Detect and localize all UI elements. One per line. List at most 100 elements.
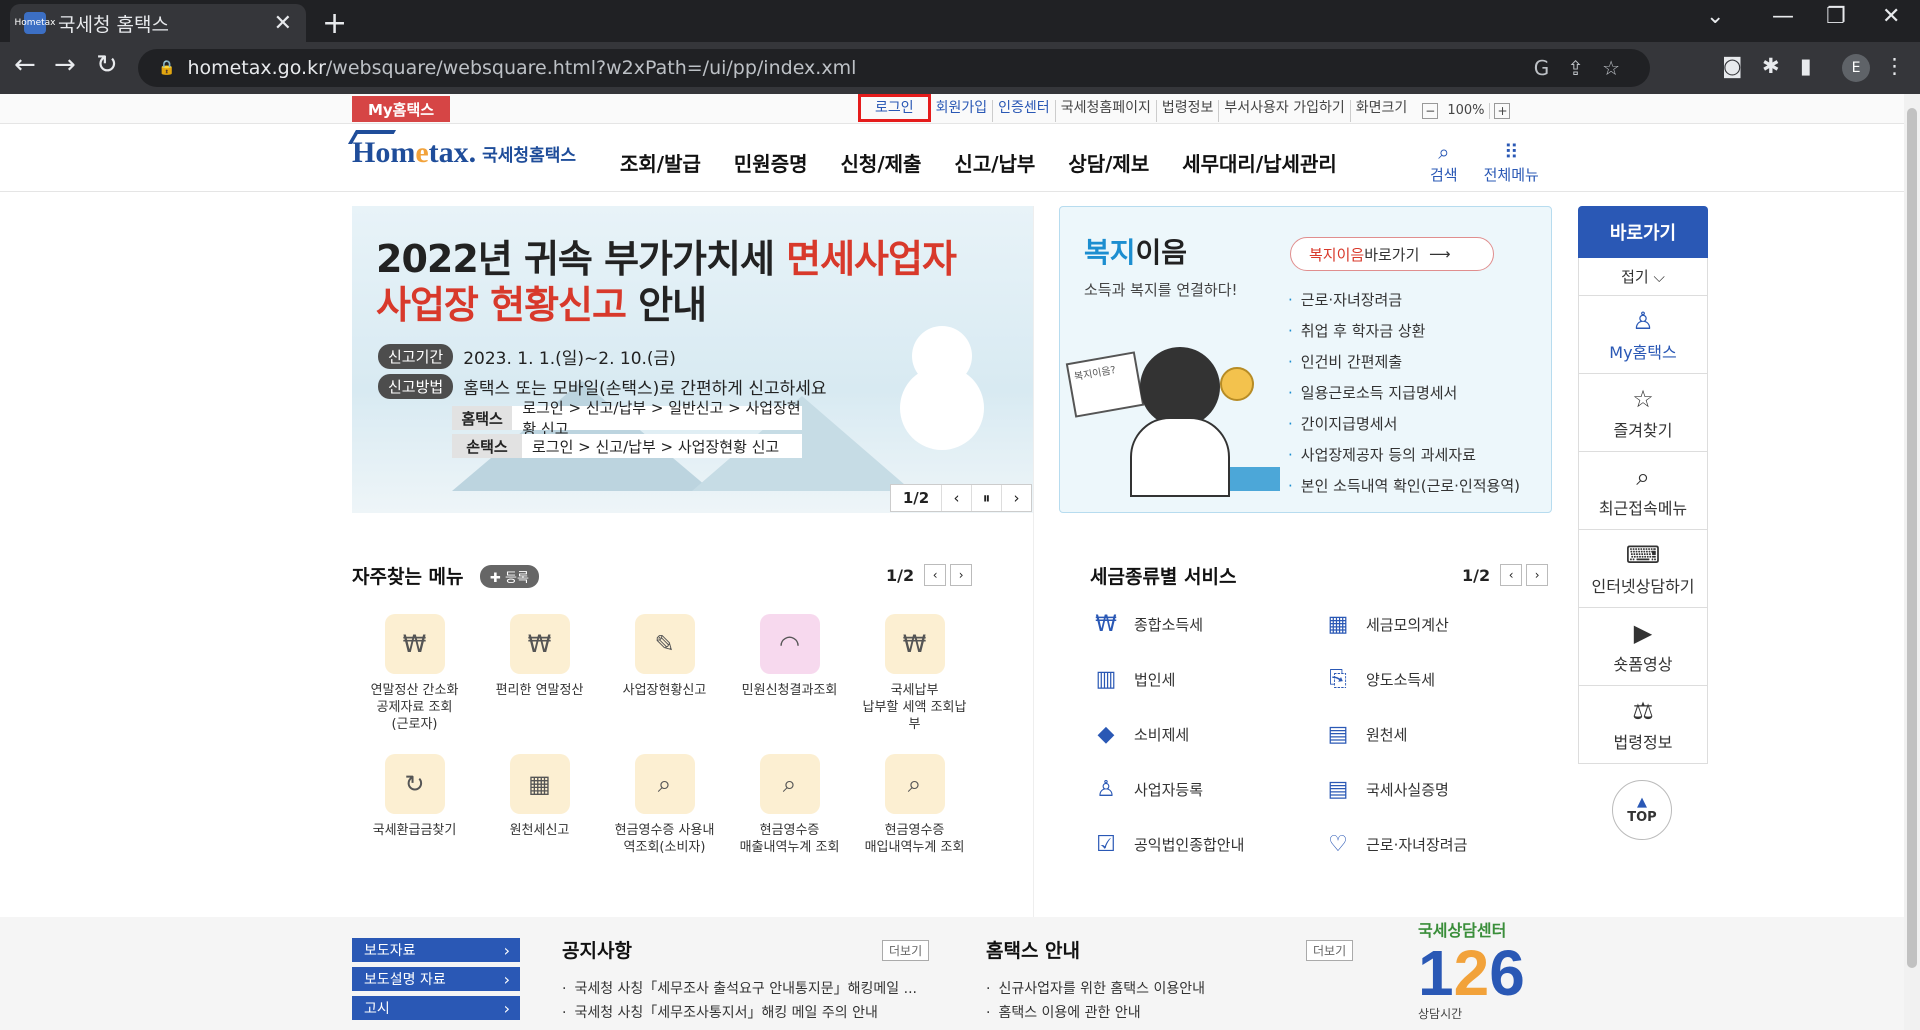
consult-center[interactable]: 국세상담센터 126 상담시간 bbox=[1418, 917, 1558, 1030]
tax-item-withholding[interactable]: ▤ 원천세 bbox=[1322, 722, 1522, 747]
welfare-item[interactable]: 사업장제공자 등의 과세자료 bbox=[1288, 440, 1520, 471]
address-bar[interactable]: 🔒 hometax.go.kr/websquare/websquare.html… bbox=[138, 49, 1650, 87]
quick-fold-button[interactable]: 접기 ⌵ bbox=[1578, 258, 1708, 296]
freq-item[interactable]: ⌕ 현금영수증 매입내역누계 조회 bbox=[852, 754, 977, 856]
side-panel-icon[interactable]: ▮ bbox=[1800, 54, 1812, 78]
law-info-link[interactable]: 법령정보 bbox=[1157, 100, 1220, 122]
tax-item-certificate[interactable]: ▤ 국세사실증명 bbox=[1322, 777, 1522, 802]
quick-favorites[interactable]: ☆ 즐겨찾기 bbox=[1578, 374, 1708, 452]
freq-item[interactable]: ⌕ 현금영수증 사용내 역조회(소비자) bbox=[602, 754, 727, 856]
new-tab-icon[interactable]: + bbox=[322, 6, 347, 41]
top-button[interactable]: ▲ TOP bbox=[1612, 780, 1672, 840]
minimize-icon[interactable]: — bbox=[1772, 4, 1794, 29]
camera-icon[interactable]: ◙ bbox=[1722, 54, 1742, 78]
welfare-item[interactable]: 근로·자녀장려금 bbox=[1288, 285, 1520, 316]
quick-shortform[interactable]: ▶ 숏폼영상 bbox=[1578, 608, 1708, 686]
next-page-icon[interactable]: › bbox=[950, 564, 973, 586]
welfare-item[interactable]: 간이지급명세서 bbox=[1288, 409, 1520, 440]
register-button[interactable]: ✚ 등록 bbox=[480, 565, 539, 588]
hometax-logo[interactable]: Hometax. 국세청홈택스 bbox=[347, 130, 576, 170]
myhometax-button[interactable]: My홈택스 bbox=[352, 96, 450, 122]
page-scrollbar[interactable] bbox=[1904, 94, 1920, 1030]
freq-item[interactable]: ↻ 국세환급금찾기 bbox=[352, 754, 477, 839]
extensions-icon[interactable]: ✱ bbox=[1762, 54, 1780, 78]
quick-law[interactable]: ⚖ 법령정보 bbox=[1578, 686, 1708, 764]
all-menu-button[interactable]: ⠿ 전체메뉴 bbox=[1484, 140, 1539, 185]
prev-page-icon[interactable]: ‹ bbox=[924, 564, 947, 586]
menu-civil-cert[interactable]: 민원증명 bbox=[734, 148, 808, 177]
freq-item[interactable]: ⌕ 현금영수증 매출내역누계 조회 bbox=[727, 754, 852, 856]
omnibox-actions[interactable]: G⇪☆ bbox=[1534, 56, 1638, 80]
freq-item[interactable]: ✎ 사업장현황신고 bbox=[602, 614, 727, 699]
menu-apply-submit[interactable]: 신청/제출 bbox=[841, 148, 922, 177]
zoom-in-button[interactable]: + bbox=[1494, 103, 1511, 119]
quick-myhometax[interactable]: ♙ My홈택스 bbox=[1578, 296, 1708, 374]
scrollbar-thumb[interactable] bbox=[1907, 108, 1917, 968]
tax-item-income[interactable]: ₩ 종합소득세 bbox=[1090, 612, 1290, 637]
promo-banner[interactable]: 2022년 귀속 부가가치세 면세사업자 사업장 현황신고 안내 신고기간 202… bbox=[352, 206, 1033, 513]
back-icon[interactable]: ← bbox=[14, 50, 36, 80]
menu-tax-agent[interactable]: 세무대리/납세관리 bbox=[1182, 148, 1337, 177]
tax-item-simulator[interactable]: ▦ 세금모의계산 bbox=[1322, 612, 1522, 637]
tax-item-registration[interactable]: ♙ 사업자등록 bbox=[1090, 777, 1290, 802]
dept-user-signup-link[interactable]: 부서사용자 가입하기 bbox=[1219, 100, 1351, 122]
quick-header: 바로가기 bbox=[1578, 206, 1708, 258]
next-page-icon[interactable]: › bbox=[1526, 564, 1549, 586]
freq-item[interactable]: ₩ 연말정산 간소화 공제자료 조회 (근로자) bbox=[352, 614, 477, 733]
pause-icon[interactable]: ⏸ bbox=[971, 485, 1001, 511]
money-bag-icon: ₩ bbox=[884, 614, 945, 674]
guide-item[interactable]: 홈택스 이용에 관한 안내 bbox=[986, 1002, 1140, 1022]
zoom-out-button[interactable]: − bbox=[1422, 103, 1439, 119]
freq-item[interactable]: ₩ 편리한 연말정산 bbox=[477, 614, 602, 699]
menu-dots-icon[interactable]: ⋮ bbox=[1884, 54, 1905, 78]
lock-icon[interactable]: 🔒 bbox=[158, 60, 175, 76]
banner-title: 2022년 귀속 부가가치세 면세사업자 사업장 현황신고 안내 bbox=[376, 237, 957, 327]
freq-item[interactable]: ▦ 원천세신고 bbox=[477, 754, 602, 839]
menu-inquiry[interactable]: 조회/발급 bbox=[620, 148, 701, 177]
welfare-item[interactable]: 인건비 간편제출 bbox=[1288, 347, 1520, 378]
notice-more-button[interactable]: 더보기 bbox=[882, 940, 930, 961]
signup-link[interactable]: 회원가입 bbox=[931, 100, 994, 122]
browser-tabstrip: Hometax 국세청 홈택스 ✕ + ⌄ — ❐ ✕ bbox=[0, 0, 1920, 42]
zoom-value: 100% bbox=[1442, 103, 1491, 119]
tax-item-public-corp[interactable]: ☑ 공익법인종합안내 bbox=[1090, 832, 1290, 857]
welfare-item[interactable]: 일용근로소득 지급명세서 bbox=[1288, 378, 1520, 409]
forward-icon[interactable]: → bbox=[54, 50, 76, 80]
welfare-go-button[interactable]: 복지이음 바로가기 ⟶ bbox=[1290, 237, 1494, 271]
guide-item[interactable]: 신규사업자를 위한 홈택스 이용안내 bbox=[986, 978, 1205, 998]
menu-consult[interactable]: 상담/제보 bbox=[1068, 148, 1149, 177]
quick-recent[interactable]: ⌕ 최근접속메뉴 bbox=[1578, 452, 1708, 530]
tax-item-earned-credit[interactable]: ♡ 근로·자녀장려금 bbox=[1322, 832, 1522, 857]
prev-page-icon[interactable]: ‹ bbox=[1500, 564, 1523, 586]
press-release-button[interactable]: 보도자료 bbox=[352, 938, 520, 962]
quick-internet-consult[interactable]: ⌨ 인터넷상담하기 bbox=[1578, 530, 1708, 608]
close-window-icon[interactable]: ✕ bbox=[1882, 4, 1900, 29]
notice-title: 공지사항 bbox=[562, 940, 632, 962]
profile-avatar[interactable]: E bbox=[1842, 54, 1870, 82]
prev-slide-icon[interactable]: ‹ bbox=[941, 485, 971, 511]
tax-pager: 1/2 ‹ › bbox=[1462, 564, 1549, 586]
notice-gosi-button[interactable]: 고시 bbox=[352, 996, 520, 1020]
tax-item-corporate[interactable]: ▥ 법인세 bbox=[1090, 667, 1290, 692]
notice-item[interactable]: 국세청 사칭「세무조사 출석요구 안내통지문」해킹메일 ... bbox=[562, 978, 917, 998]
cert-center-link[interactable]: 인증센터 bbox=[993, 100, 1056, 122]
reload-icon[interactable]: ↻ bbox=[96, 50, 118, 80]
search-button[interactable]: ⌕ 검색 bbox=[1430, 140, 1458, 185]
restore-icon[interactable]: ❐ bbox=[1826, 4, 1846, 29]
press-explain-button[interactable]: 보도설명 자료 bbox=[352, 967, 520, 991]
next-slide-icon[interactable]: › bbox=[1001, 485, 1031, 511]
welfare-item[interactable]: 취업 후 학자금 상환 bbox=[1288, 316, 1520, 347]
welfare-item[interactable]: 본인 소득내역 확인(근로·인적용역) bbox=[1288, 471, 1520, 502]
freq-item[interactable]: ◠ 민원신청결과조회 bbox=[727, 614, 852, 699]
nts-homepage-link[interactable]: 국세청홈페이지 bbox=[1056, 100, 1157, 122]
building-icon: ▥ bbox=[1095, 667, 1117, 692]
freq-item[interactable]: ₩ 국세납부 납부할 세액 조회납 부 bbox=[852, 614, 977, 733]
tab-search-icon[interactable]: ⌄ bbox=[1706, 4, 1724, 29]
tax-item-consumption[interactable]: ◆ 소비제세 bbox=[1090, 722, 1290, 747]
close-tab-icon[interactable]: ✕ bbox=[274, 11, 292, 36]
tax-item-transfer[interactable]: ⎘ 양도소득세 bbox=[1322, 667, 1522, 692]
browser-tab[interactable]: Hometax 국세청 홈택스 ✕ bbox=[10, 4, 306, 42]
notice-item[interactable]: 국세청 사칭「세무조사통지서」해킹 메일 주의 안내 bbox=[562, 1002, 877, 1022]
guide-more-button[interactable]: 더보기 bbox=[1306, 940, 1354, 961]
menu-report-pay[interactable]: 신고/납부 bbox=[954, 148, 1035, 177]
